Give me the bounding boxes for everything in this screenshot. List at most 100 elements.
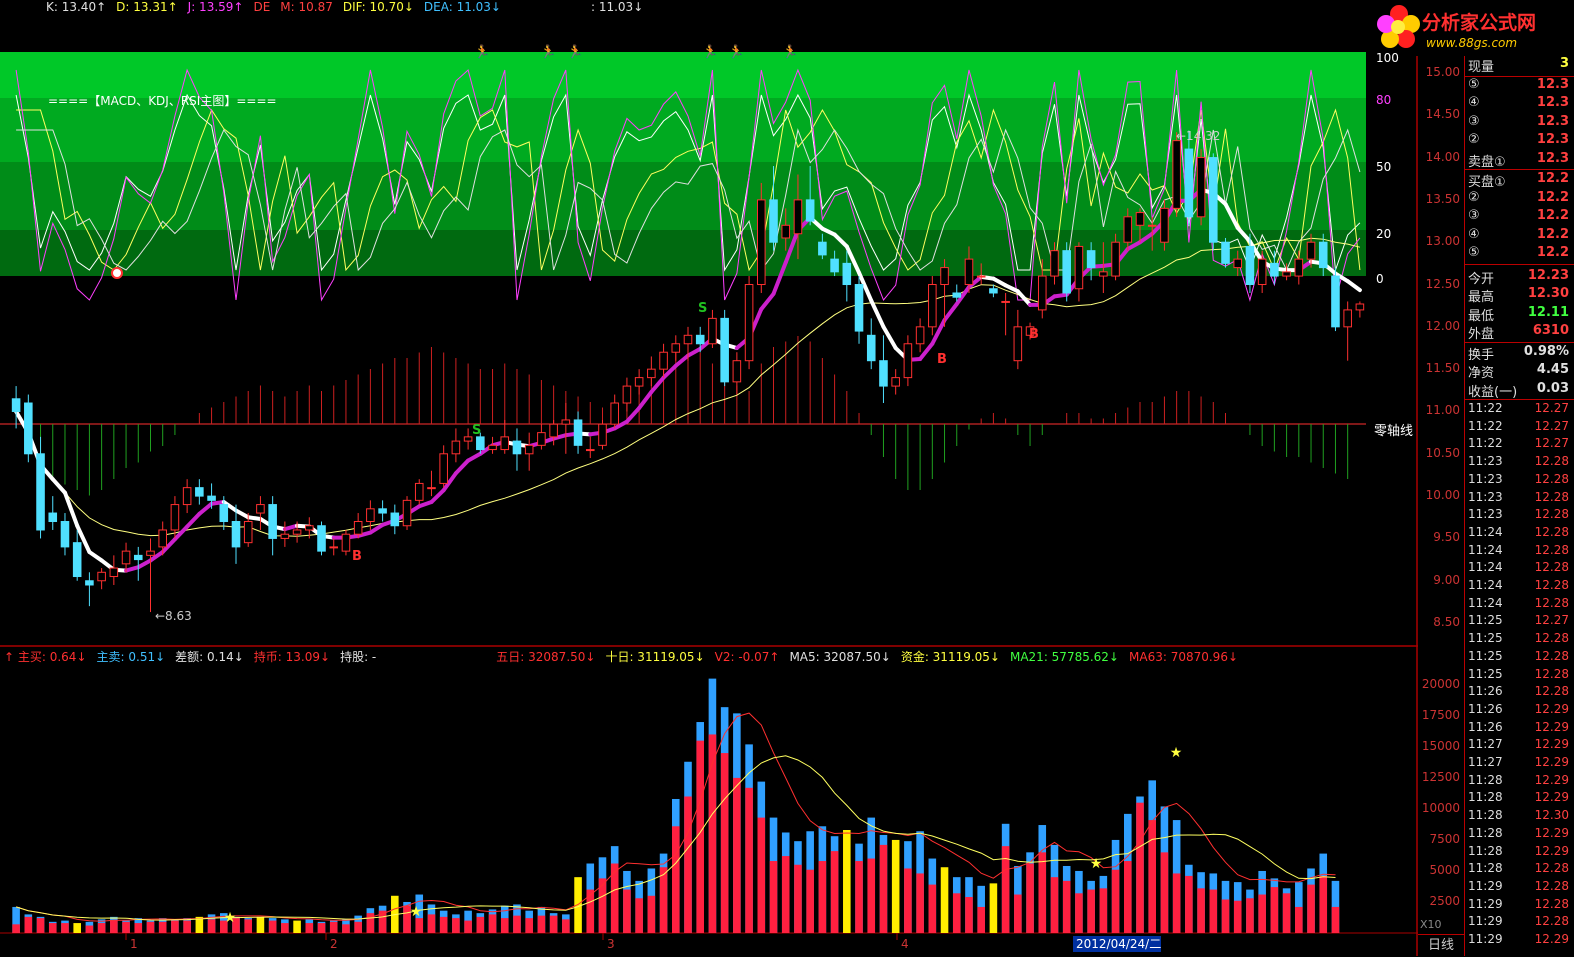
volume-buy-bar [977, 906, 985, 933]
candle-body [1196, 157, 1206, 218]
ma5-segment [368, 522, 385, 535]
candle-body [891, 377, 900, 387]
volume-buy-bar [781, 856, 790, 933]
volume-bar [843, 830, 851, 933]
candlestick-chart[interactable]: 1008050200零轴线←14.32←8.63BBBSS🏃 🏃 🏃 🏃 🏃 🏃★ ★★★1… [0, 0, 1418, 956]
tick-row: 11:26 12.29 [1465, 720, 1574, 738]
candle-body [390, 512, 400, 527]
tick-time: 11:25 [1468, 666, 1503, 681]
volume-buy-bar [268, 920, 277, 933]
tick-time: 11:24 [1468, 560, 1503, 575]
candle-body [60, 521, 70, 548]
current-volume-label: 现量 [1468, 60, 1495, 75]
volume-buy-bar [183, 920, 191, 933]
candle-body [1160, 207, 1169, 243]
candle-body [1257, 258, 1267, 286]
tick-price: 12.28 [1534, 896, 1569, 911]
volume-indicator-value: 持股: - [340, 650, 377, 664]
candle-body [1135, 212, 1145, 226]
price-axis-label: 9.00 [1433, 572, 1460, 587]
candle-body [781, 224, 791, 239]
tick-time: 11:28 [1468, 843, 1503, 858]
candle-body [1233, 258, 1243, 269]
candle-body [1062, 250, 1071, 294]
volume-buy-bar [1075, 893, 1083, 933]
tick-time: 11:26 [1468, 719, 1503, 734]
current-volume-value: 3 [1559, 56, 1569, 71]
price-axis-label: 14.00 [1425, 149, 1460, 164]
volume-axis-label: 5000 [1429, 862, 1460, 877]
volume-buy-bar [794, 864, 802, 933]
star-signal-icon: ★ [1170, 745, 1183, 761]
volume-buy-bar [525, 918, 533, 933]
volume-indicator-value: 资金: 31119.05↓ [900, 650, 1000, 664]
ma5-segment [637, 390, 654, 411]
flower-logo-icon [1377, 5, 1420, 48]
sell-signal-marker: S [472, 423, 481, 438]
quote-stat-label: 最低 [1468, 308, 1495, 324]
high-price-label: ←14.32 [1176, 129, 1220, 143]
tick-row: 11:23 12.28 [1465, 490, 1574, 508]
candle-body [598, 423, 607, 446]
candle-body [72, 542, 82, 578]
candle-body [146, 550, 155, 556]
candle-body [573, 419, 583, 446]
tick-time: 11:26 [1468, 684, 1503, 699]
tick-time: 11:22 [1468, 401, 1503, 415]
tick-time: 11:29 [1468, 932, 1503, 946]
price-axis-label: 9.50 [1433, 530, 1460, 545]
volume-buy-bar [61, 923, 69, 933]
top-indicator-value: K: 13.40↑ [46, 0, 107, 14]
candle-body [268, 504, 277, 539]
candle-body [622, 385, 632, 404]
ma5-segment [673, 353, 690, 368]
volume-buy-bar [867, 858, 876, 933]
ma5-segment [87, 549, 104, 563]
tick-time: 11:25 [1468, 648, 1503, 663]
tick-price: 12.29 [1534, 772, 1569, 787]
volume-buy-bar [281, 923, 289, 933]
tick-price: 12.28 [1534, 861, 1569, 876]
candle-body [720, 317, 729, 383]
tick-row: 11:25 12.27 [1465, 613, 1574, 631]
volume-buy-bar [757, 817, 766, 933]
volume-buy-bar [623, 889, 631, 933]
ma5-segment [1015, 289, 1033, 307]
volume-buy-bar [24, 916, 33, 933]
price-axis-label: 14.50 [1425, 107, 1460, 122]
band-level-label: 50 [1376, 160, 1391, 174]
volume-buy-bar [1197, 888, 1205, 933]
tick-row: 11:23 12.28 [1465, 472, 1574, 490]
volume-buy-bar [1295, 906, 1303, 933]
quote-stat-value: 12.30 [1527, 286, 1569, 301]
tick-time: 11:29 [1468, 896, 1503, 911]
quote-separator [1465, 169, 1574, 170]
logo-url: www.88gs.com [1426, 36, 1518, 50]
buy-level-value: 12.2 [1536, 245, 1569, 260]
candle-body [231, 521, 241, 548]
candle-body [1147, 224, 1157, 227]
volume-buy-bar [733, 777, 741, 933]
tick-row: 11:28 12.30 [1465, 808, 1574, 826]
tick-row: 11:25 12.28 [1465, 667, 1574, 685]
quote-stat: 收益(一) 0.03 [1465, 381, 1574, 400]
volume-buy-bar [415, 918, 424, 933]
candle-body [500, 436, 510, 451]
tick-row: 11:23 12.28 [1465, 454, 1574, 472]
candle-body [280, 533, 290, 539]
daily-period-button[interactable]: 日线 [1418, 934, 1464, 957]
candle-body [402, 499, 412, 527]
ma5-segment [234, 508, 251, 520]
tick-row: 11:22 12.27 [1465, 419, 1574, 437]
ma5-segment [1345, 279, 1362, 293]
candle-body [1294, 258, 1304, 277]
volume-buy-bar [549, 915, 558, 933]
chart-area[interactable]: 100 80 50 20 0 零轴线 ←14.32 ←8.63 B B B S S 🏃 🏃 🏃 🏃 🏃 🏃 ★ ★ ★ ★ 1… [0, 0, 1418, 956]
candle-body [952, 292, 962, 298]
candle-body [744, 284, 754, 362]
candle-body [769, 199, 778, 243]
sell-level: ⑤ 12.3 [1465, 77, 1574, 95]
quote-stat: 今开 12.23 [1465, 268, 1574, 287]
tick-price: 12.28 [1534, 489, 1569, 504]
volume-buy-bar [1282, 893, 1291, 933]
